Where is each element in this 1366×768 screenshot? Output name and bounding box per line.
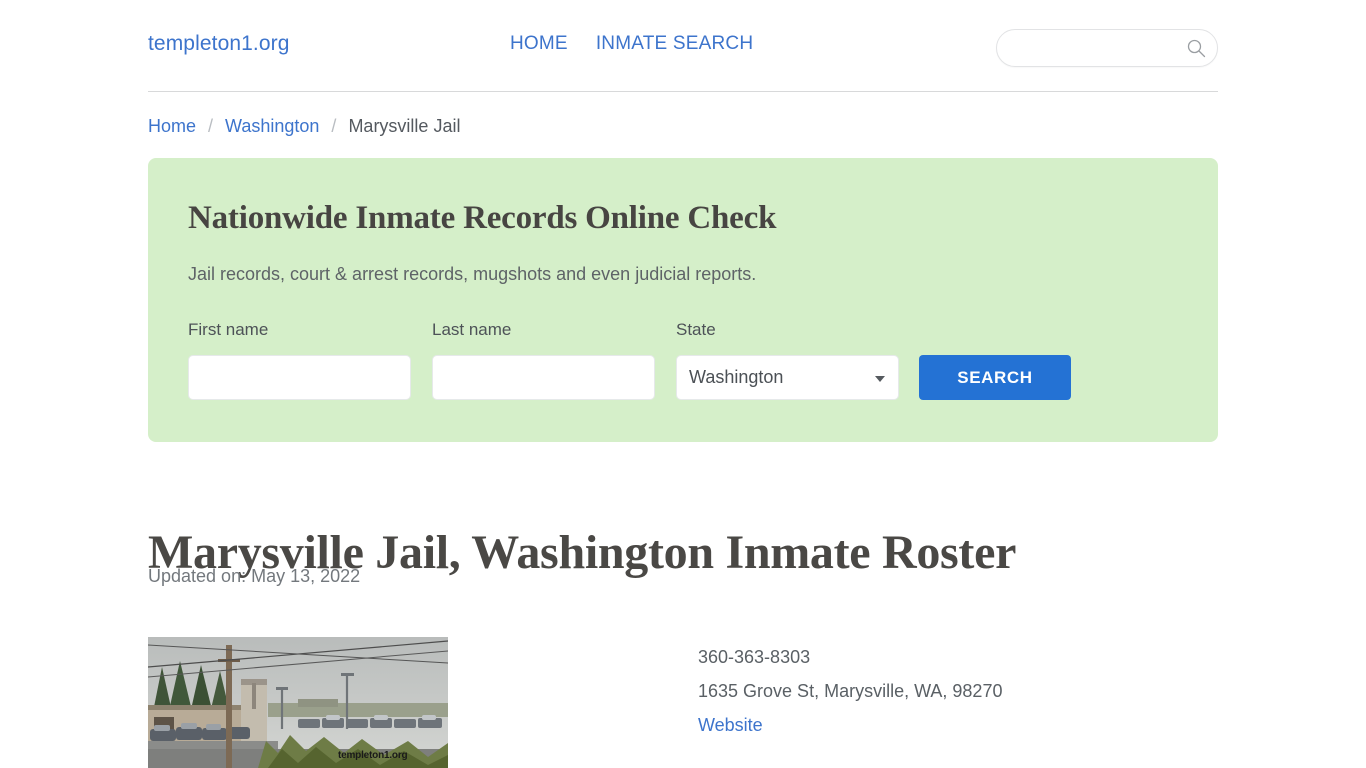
breadcrumb: Home / Washington / Marysville Jail <box>148 113 1218 139</box>
header-search-box[interactable] <box>996 29 1218 67</box>
inmate-search-panel: Nationwide Inmate Records Online Check J… <box>148 158 1218 442</box>
state-select-value: Washington <box>689 367 784 387</box>
panel-subheading: Jail records, court & arrest records, mu… <box>188 264 757 284</box>
search-button[interactable]: SEARCH <box>919 355 1071 400</box>
photo-watermark: templeton1.org <box>338 750 408 761</box>
header-divider <box>148 91 1218 92</box>
facility-phone: 360-363-8303 <box>698 647 811 667</box>
breadcrumb-current: Marysville Jail <box>348 116 461 136</box>
nav-item-inmate-search[interactable]: INMATE SEARCH <box>596 33 753 55</box>
last-name-input[interactable] <box>432 355 655 400</box>
breadcrumb-washington[interactable]: Washington <box>225 113 319 139</box>
nav-item-home[interactable]: HOME <box>510 33 568 55</box>
site-logo[interactable]: templeton1.org <box>148 32 290 56</box>
state-label: State <box>676 320 716 339</box>
panel-heading: Nationwide Inmate Records Online Check <box>188 200 777 236</box>
primary-nav: HOME INMATE SEARCH <box>510 33 753 55</box>
facility-photo: templeton1.org <box>148 637 448 768</box>
chevron-down-icon[interactable] <box>875 376 885 382</box>
search-icon[interactable] <box>1186 38 1206 58</box>
breadcrumb-separator: / <box>331 116 337 136</box>
updated-date: Updated on: May 13, 2022 <box>148 566 361 586</box>
site-header: templeton1.org HOME INMATE SEARCH <box>148 0 1218 92</box>
first-name-label: First name <box>188 320 269 339</box>
first-name-input[interactable] <box>188 355 411 400</box>
state-select[interactable]: Washington <box>676 355 899 400</box>
breadcrumb-separator: / <box>208 116 214 136</box>
last-name-label: Last name <box>432 320 512 339</box>
facility-photo-image <box>148 637 448 768</box>
breadcrumb-home[interactable]: Home <box>148 113 196 139</box>
facility-address: 1635 Grove St, Marysville, WA, 98270 <box>698 681 1003 701</box>
facility-website-link[interactable]: Website <box>698 715 763 735</box>
facility-contact: 360-363-8303 1635 Grove St, Marysville, … <box>698 640 1002 742</box>
search-input[interactable] <box>1013 30 1183 66</box>
page-root: templeton1.org HOME INMATE SEARCH Home /… <box>0 0 1366 768</box>
